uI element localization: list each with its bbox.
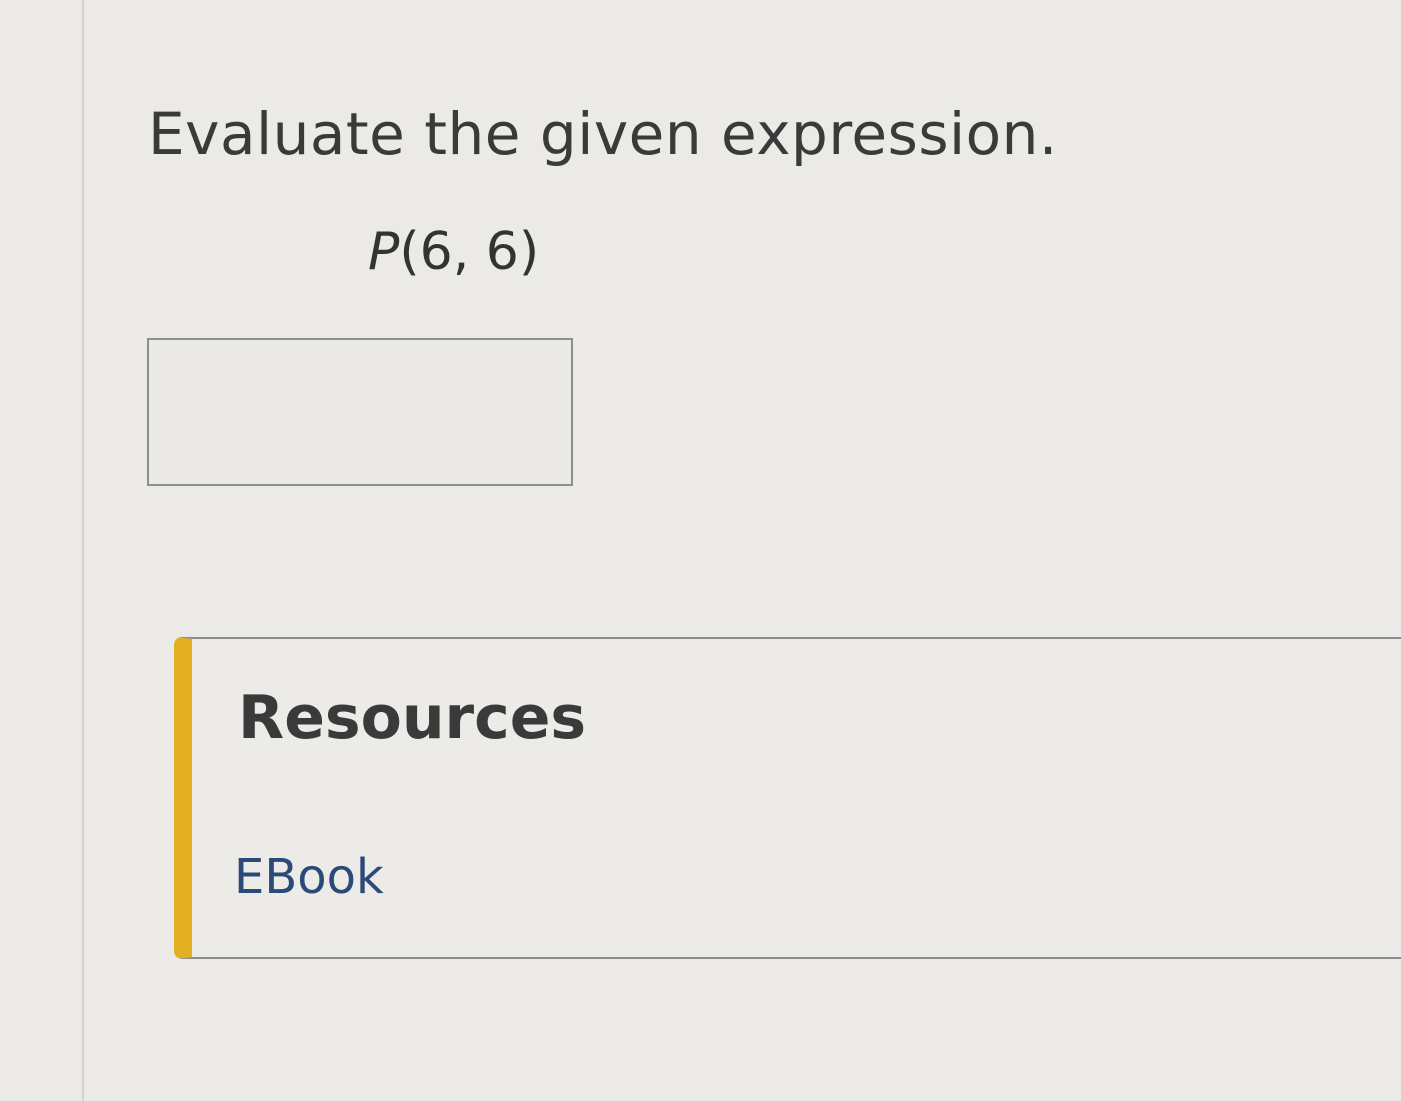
expression-function: P bbox=[368, 222, 400, 282]
page-margin-divider bbox=[82, 0, 84, 1101]
resources-heading: Resources bbox=[238, 683, 587, 753]
resources-panel: Resources EBook bbox=[174, 637, 1401, 959]
ebook-link[interactable]: EBook bbox=[234, 849, 384, 905]
question-prompt: Evaluate the given expression. bbox=[148, 100, 1058, 168]
math-expression: P(6, 6) bbox=[368, 222, 539, 282]
expression-arguments: (6, 6) bbox=[399, 222, 540, 282]
answer-input[interactable] bbox=[147, 338, 573, 486]
